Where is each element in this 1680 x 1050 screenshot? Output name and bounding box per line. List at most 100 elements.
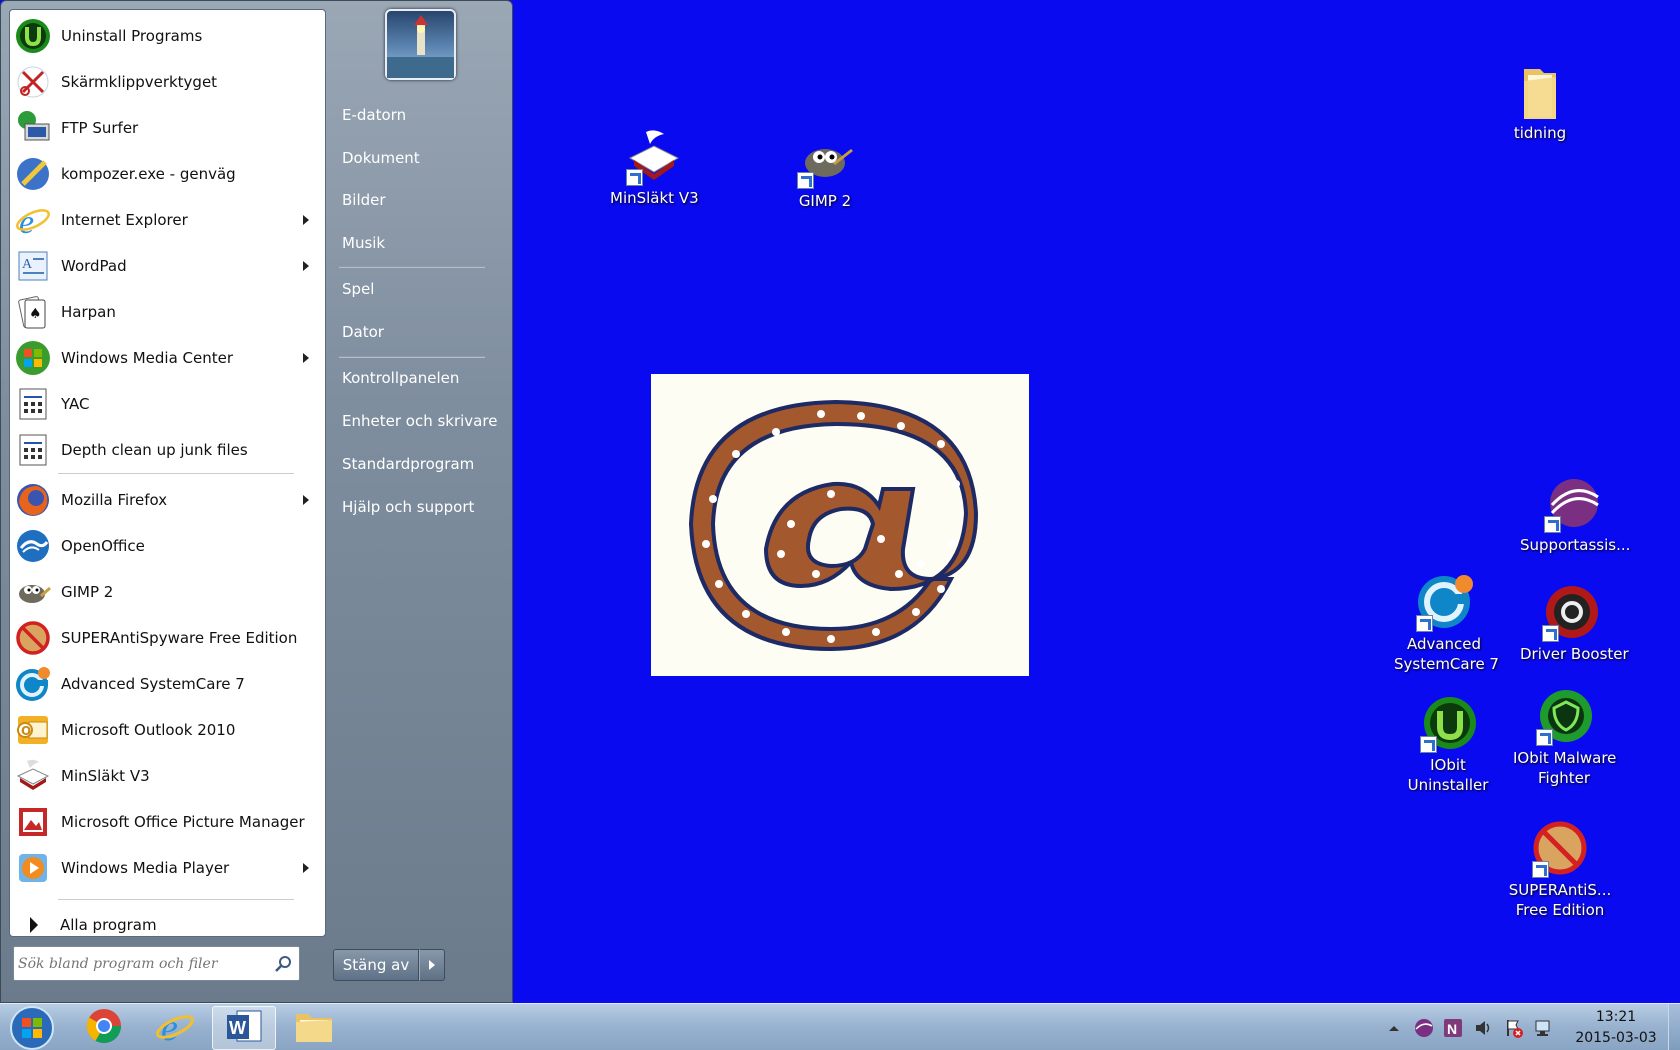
program-picture-manager[interactable]: Microsoft Office Picture Manager bbox=[14, 800, 319, 844]
program-superantispyware[interactable]: SUPERAntiSpyware Free Edition bbox=[14, 616, 319, 660]
place-musik[interactable]: Musik bbox=[342, 230, 385, 256]
program-harpan[interactable]: ♠ Harpan bbox=[14, 290, 319, 334]
submenu-arrow-icon bbox=[303, 353, 309, 363]
media-player-icon bbox=[14, 849, 52, 887]
program-label: kompozer.exe - genväg bbox=[61, 165, 236, 183]
svg-text:♠: ♠ bbox=[29, 306, 42, 322]
all-programs-button[interactable]: Alla program bbox=[18, 910, 318, 940]
program-depth-clean-up[interactable]: Depth clean up junk files bbox=[14, 428, 319, 472]
network-icon[interactable] bbox=[1534, 1018, 1554, 1038]
start-search-input[interactable] bbox=[18, 952, 263, 976]
taskbar-word[interactable]: W bbox=[212, 1006, 276, 1050]
place-enheter-och-skrivare[interactable]: Enheter och skrivare bbox=[342, 408, 497, 434]
program-list-divider bbox=[58, 473, 294, 474]
program-ftp-surfer[interactable]: FTP Surfer bbox=[14, 106, 319, 150]
program-label: MinSläkt V3 bbox=[61, 767, 150, 785]
chrome-icon bbox=[85, 1007, 123, 1049]
start-search-box[interactable] bbox=[13, 946, 300, 981]
shutdown-button[interactable]: Stäng av bbox=[333, 949, 419, 981]
program-internet-explorer[interactable]: e Internet Explorer bbox=[14, 198, 319, 242]
user-account-picture[interactable] bbox=[385, 9, 456, 80]
program-label: OpenOffice bbox=[61, 537, 145, 555]
place-spel[interactable]: Spel bbox=[342, 276, 374, 302]
desktop-icon-iobit-uninstaller[interactable]: IObit Uninstaller bbox=[1398, 695, 1498, 795]
desktop-icon-driver-booster[interactable]: Driver Booster bbox=[1520, 584, 1629, 664]
desktop-icon-advanced-systemcare[interactable]: Advanced SystemCare 7 bbox=[1394, 574, 1499, 674]
desktop-icon-label: Supportassis... bbox=[1520, 536, 1631, 554]
clock-date[interactable]: 2015-03-03 bbox=[1568, 1030, 1664, 1046]
snipping-tool-icon bbox=[14, 63, 52, 101]
desktop-icon-tidning[interactable]: tidning bbox=[1500, 63, 1580, 143]
program-minslakt[interactable]: MinSläkt V3 bbox=[14, 754, 319, 798]
action-center-alert-icon[interactable] bbox=[1504, 1018, 1524, 1038]
taskbar-file-explorer[interactable] bbox=[282, 1006, 346, 1050]
desktop-icon-malware-fighter[interactable]: IObit Malware Fighter bbox=[1513, 688, 1617, 788]
program-gimp[interactable]: GIMP 2 bbox=[14, 570, 319, 614]
minslakt-icon bbox=[624, 128, 684, 186]
desktop-icon-gimp[interactable]: GIMP 2 bbox=[785, 131, 865, 211]
place-bilder[interactable]: Bilder bbox=[342, 187, 386, 213]
program-mozilla-firefox[interactable]: Mozilla Firefox bbox=[14, 478, 319, 522]
program-label: Uninstall Programs bbox=[61, 27, 203, 45]
malware-fighter-icon bbox=[1534, 688, 1594, 746]
place-e-datorn[interactable]: E-datorn bbox=[342, 102, 406, 128]
superantispyware-icon bbox=[1530, 820, 1590, 878]
superantispyware-icon bbox=[14, 619, 52, 657]
program-label: Depth clean up junk files bbox=[61, 441, 248, 459]
program-label: Microsoft Outlook 2010 bbox=[61, 721, 236, 739]
gimp-icon bbox=[795, 131, 855, 189]
program-uninstall-programs[interactable]: Uninstall Programs bbox=[14, 14, 319, 58]
program-label: GIMP 2 bbox=[61, 583, 114, 601]
program-label: Windows Media Center bbox=[61, 349, 234, 367]
place-hjalp-och-support[interactable]: Hjälp och support bbox=[342, 494, 474, 520]
volume-icon[interactable] bbox=[1474, 1018, 1494, 1038]
program-list-panel: Uninstall Programs Skärmklippverktyget F… bbox=[9, 9, 326, 937]
desktop-icon-label: tidning bbox=[1513, 124, 1567, 142]
program-snipping-tool[interactable]: Skärmklippverktyget bbox=[14, 60, 319, 104]
program-label: Skärmklippverktyget bbox=[61, 73, 218, 91]
program-label: Advanced SystemCare 7 bbox=[61, 675, 245, 693]
shutdown-options-arrow-icon[interactable] bbox=[419, 949, 445, 981]
search-icon[interactable] bbox=[273, 954, 293, 974]
file-explorer-icon bbox=[294, 1008, 334, 1048]
program-advanced-systemcare[interactable]: Advanced SystemCare 7 bbox=[14, 662, 319, 706]
folder-icon bbox=[1510, 63, 1570, 121]
svg-text:A: A bbox=[22, 257, 33, 272]
show-desktop-button[interactable] bbox=[1668, 1004, 1680, 1050]
desktop-icon-superantispyware[interactable]: SUPERAntiS... Free Edition bbox=[1508, 820, 1612, 920]
advanced-systemcare-icon bbox=[1414, 574, 1474, 632]
desktop-icon-supportassist[interactable]: Supportassis... bbox=[1520, 475, 1631, 555]
taskbar: e W N 13:21 2015-03-03 bbox=[0, 1003, 1680, 1050]
taskbar-internet-explorer[interactable]: e bbox=[143, 1006, 207, 1050]
place-kontrollpanelen[interactable]: Kontrollpanelen bbox=[342, 365, 459, 391]
program-windows-media-player[interactable]: Windows Media Player bbox=[14, 846, 319, 890]
desktop-icon-label-line1: IObit Malware bbox=[1513, 749, 1617, 767]
solitaire-icon: ♠ bbox=[14, 293, 52, 331]
place-dator[interactable]: Dator bbox=[342, 319, 384, 345]
program-outlook-2010[interactable]: O Microsoft Outlook 2010 bbox=[14, 708, 319, 752]
program-label: Windows Media Player bbox=[61, 859, 230, 877]
place-dokument[interactable]: Dokument bbox=[342, 145, 420, 171]
outlook-icon: O bbox=[14, 711, 52, 749]
program-yac[interactable]: YAC bbox=[14, 382, 319, 426]
taskbar-chrome[interactable] bbox=[72, 1006, 136, 1050]
internet-explorer-icon: e bbox=[155, 1007, 195, 1049]
supportassistant-tray-icon[interactable] bbox=[1414, 1018, 1434, 1038]
program-kompozer[interactable]: kompozer.exe - genväg bbox=[14, 152, 319, 196]
place-standardprogram[interactable]: Standardprogram bbox=[342, 451, 474, 477]
start-button[interactable] bbox=[8, 1005, 58, 1050]
yac-icon bbox=[14, 385, 52, 423]
picture-manager-icon bbox=[14, 803, 52, 841]
clock-time[interactable]: 13:21 bbox=[1594, 1009, 1638, 1025]
svg-text:W: W bbox=[229, 1018, 246, 1038]
expand-arrow-icon bbox=[30, 917, 38, 933]
program-list-divider bbox=[58, 899, 294, 900]
program-openoffice[interactable]: OpenOffice bbox=[14, 524, 319, 568]
show-hidden-icons-chevron-icon[interactable] bbox=[1384, 1018, 1404, 1038]
onenote-icon[interactable]: N bbox=[1443, 1018, 1463, 1038]
gimp-icon bbox=[14, 573, 52, 611]
submenu-arrow-icon bbox=[303, 495, 309, 505]
desktop-icon-minslakt[interactable]: MinSläkt V3 bbox=[610, 128, 699, 208]
program-wordpad[interactable]: A WordPad bbox=[14, 244, 319, 288]
program-windows-media-center[interactable]: Windows Media Center bbox=[14, 336, 319, 380]
